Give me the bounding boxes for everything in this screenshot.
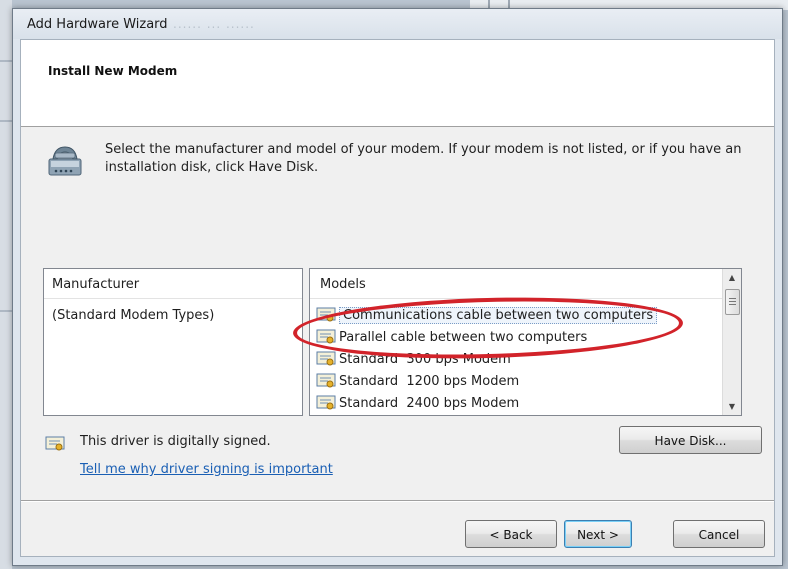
title-ghost-text: ...... ... ...... xyxy=(173,17,255,31)
modem-icon xyxy=(48,146,82,176)
have-disk-button[interactable]: Have Disk... xyxy=(619,426,762,454)
background-stripe xyxy=(0,60,12,62)
model-item-label: Communications cable between two compute… xyxy=(339,306,658,324)
scroll-up-icon[interactable]: ▲ xyxy=(723,269,741,286)
model-item-label: Parallel cable between two computers xyxy=(339,329,588,345)
manufacturer-item[interactable]: (Standard Modem Types) xyxy=(52,308,214,323)
wizard-header: Install New Modem xyxy=(21,40,774,127)
models-list[interactable]: Models Communications cable between two … xyxy=(309,268,742,416)
page-title: Install New Modem xyxy=(48,64,178,78)
driver-signed-status: This driver is digitally signed. xyxy=(80,434,271,449)
window-title: Add Hardware Wizard xyxy=(27,17,168,32)
model-item-communications-cable[interactable]: Communications cable between two compute… xyxy=(316,304,716,326)
scroll-grip xyxy=(729,298,736,299)
model-item-1200-bps[interactable]: Standard 1200 bps Modem xyxy=(316,370,716,392)
scroll-grip xyxy=(729,304,736,305)
model-item-label: Standard 1200 bps Modem xyxy=(339,373,520,389)
models-header-label: Models xyxy=(320,277,366,292)
model-item-parallel-cable[interactable]: Parallel cable between two computers xyxy=(316,326,716,348)
model-item-300-bps[interactable]: Standard 300 bps Modem xyxy=(316,348,716,370)
certificate-icon xyxy=(316,307,336,322)
next-button[interactable]: Next > xyxy=(564,520,632,548)
scroll-grip xyxy=(729,301,736,302)
models-scrollbar[interactable]: ▲ ▼ xyxy=(722,269,741,415)
model-item-2400-bps[interactable]: Standard 2400 bps Modem xyxy=(316,392,716,414)
manufacturer-list[interactable]: Manufacturer (Standard Modem Types) xyxy=(43,268,303,416)
driver-signing-help-link[interactable]: Tell me why driver signing is important xyxy=(80,462,333,477)
certificate-icon xyxy=(316,329,336,344)
background-stripe xyxy=(0,310,12,312)
scroll-down-icon[interactable]: ▼ xyxy=(723,398,741,415)
title-bar[interactable]: Add Hardware Wizard ...... ... ...... xyxy=(13,9,782,39)
certificate-icon xyxy=(316,351,336,366)
wizard-window: Add Hardware Wizard ...... ... ...... In… xyxy=(12,8,783,566)
certificate-icon xyxy=(316,395,336,410)
manufacturer-header-label: Manufacturer xyxy=(52,277,140,292)
models-header: Models xyxy=(310,269,724,299)
scroll-thumb[interactable] xyxy=(725,289,740,315)
instruction-text: Select the manufacturer and model of you… xyxy=(105,142,742,175)
footer-divider-highlight xyxy=(21,501,774,502)
wizard-client-area: Install New Modem Select the manufacture… xyxy=(20,39,775,557)
background-stripe xyxy=(0,120,12,122)
manufacturer-header: Manufacturer xyxy=(44,269,302,299)
model-item-label: Standard 2400 bps Modem xyxy=(339,395,520,411)
certificate-icon xyxy=(316,373,336,388)
cancel-button[interactable]: Cancel xyxy=(673,520,765,548)
back-button[interactable]: < Back xyxy=(465,520,557,548)
certificate-icon xyxy=(45,436,65,451)
model-item-label: Standard 300 bps Modem xyxy=(339,351,511,367)
background-left-edge xyxy=(0,0,12,569)
